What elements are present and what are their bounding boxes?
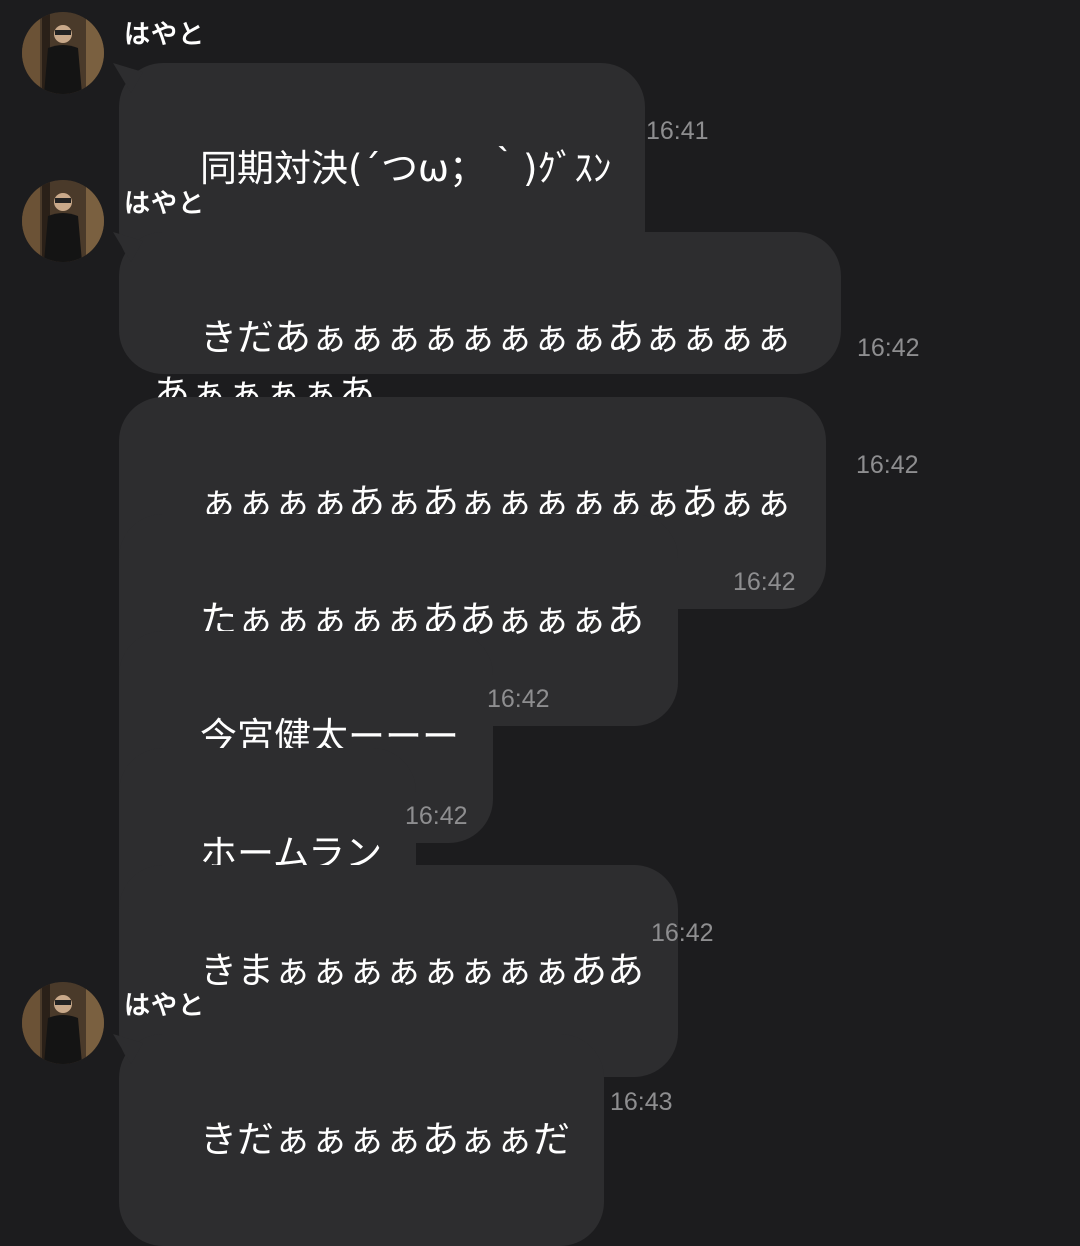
message-timestamp: 16:43 xyxy=(610,1088,673,1116)
message-bubble[interactable]: きだぁぁぁぁあぁぁだ xyxy=(119,1034,605,1246)
avatar[interactable] xyxy=(22,12,104,94)
message-timestamp: 16:42 xyxy=(857,334,920,362)
chat-thread: はやと 同期対決(´つω；｀)ｸﾞｽﾝ 16:41 はやと きだあぁぁぁぁぁぁぁ… xyxy=(0,0,1080,1246)
message-timestamp: 16:41 xyxy=(646,117,709,145)
message-timestamp: 16:42 xyxy=(733,568,796,596)
sender-name: はやと xyxy=(124,189,206,219)
avatar-photo-icon xyxy=(22,12,104,94)
message-text: 同期対決(´つω；｀)ｸﾞｽﾝ xyxy=(200,147,612,190)
sender-name: はやと xyxy=(124,20,206,50)
avatar[interactable] xyxy=(22,982,104,1064)
avatar[interactable] xyxy=(22,180,104,262)
message-timestamp: 16:42 xyxy=(487,685,550,713)
message-timestamp: 16:42 xyxy=(405,802,468,830)
message-text: きまぁぁぁぁぁぁぁぁああ xyxy=(200,949,645,992)
message-bubble[interactable]: きだあぁぁぁぁぁぁぁぁあぁぁぁぁあぁぁぁぁあ xyxy=(119,232,841,415)
message-timestamp: 16:42 xyxy=(856,451,919,479)
avatar-photo-icon xyxy=(22,982,104,1064)
avatar-photo-icon xyxy=(22,180,104,262)
sender-name: はやと xyxy=(124,991,206,1021)
message-timestamp: 16:42 xyxy=(651,919,714,947)
